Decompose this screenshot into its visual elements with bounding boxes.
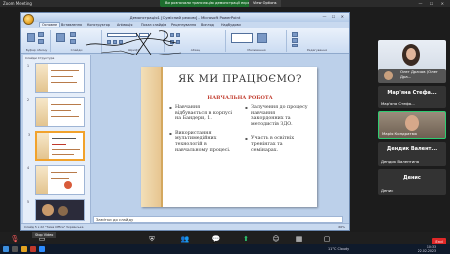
tab-addins[interactable]: Надбудови [221, 23, 241, 27]
ribbon-group-editing[interactable]: Редагування [288, 30, 346, 52]
participant-face [405, 115, 419, 131]
slide-editing-area: ЯК МИ ПРАЦЮЄМО? НАВЧАЛЬНА РОБОТА Навчанн… [93, 55, 343, 215]
powerpoint-taskbar-icon[interactable] [30, 246, 36, 252]
zoom-app-title: Zoom Meeting [3, 1, 32, 6]
slide-thumbnail[interactable]: 1 [27, 63, 85, 93]
participant-name-large: Денис [403, 175, 421, 181]
pane-tabs[interactable]: Слайди Структура [25, 56, 54, 60]
slide-subtitle[interactable]: НАВЧАЛЬНА РОБОТА [163, 95, 317, 101]
slide-decor-band [141, 67, 161, 207]
bullet-item: Участь в освітніх тренінгах та семінарах… [245, 136, 309, 153]
smile-icon: ☺ [272, 235, 280, 243]
zoom-taskbar-icon[interactable] [39, 246, 45, 252]
slide-thumbnail-pane: Слайди Структура 1 2 3 4 5 [23, 55, 91, 223]
thumbnail-number: 2 [27, 98, 30, 102]
file-explorer-icon[interactable] [21, 246, 27, 252]
tab-insert[interactable]: Вставлення [61, 23, 82, 27]
participant-name-large: Дендик Валент... [386, 146, 438, 152]
stop-video-menu[interactable]: Stop Video [32, 232, 57, 238]
powerpoint-status-bar: Слайд 5 з 22 "Тема Office" Українська 66… [21, 223, 349, 230]
office-button[interactable] [23, 14, 34, 25]
left-text-column[interactable]: Навчання відбувається в корпусі на Банде… [169, 105, 233, 162]
status-text: Слайд 5 з 22 "Тема Office" Українська [24, 225, 84, 229]
slide-title[interactable]: ЯК МИ ПРАЦЮЄМО? [163, 74, 317, 85]
bullet-item: Використання мультимедійних технологій в… [169, 131, 233, 153]
shared-screen: Демонстрація1 [Сумісний режим] - Microso… [20, 12, 350, 231]
bullet-item: Залучення до процесу навчання закордонни… [245, 105, 309, 127]
participant-tile[interactable]: Дендик Валент... Дендик Валентина [378, 142, 446, 166]
new-slide-icon[interactable] [56, 33, 65, 42]
thumbnail-image [64, 181, 72, 189]
participant-name: Марія Кондратюк [382, 131, 418, 136]
search-icon[interactable] [12, 246, 18, 252]
powerpoint-titlebar: Демонстрація1 [Сумісний режим] - Microso… [21, 13, 349, 22]
participant-tile-active-speaker[interactable]: Марія Кондратюк [378, 111, 446, 139]
thumbnail-number: 5 [27, 200, 30, 204]
ribbon-group-label: Малювання [247, 48, 266, 52]
participant-tile[interactable]: Денис Денис [378, 169, 446, 195]
notes-field[interactable]: Замітки до слайду [93, 216, 343, 223]
chat-icon: 💬 [211, 235, 221, 243]
tab-home[interactable]: Основне [39, 22, 61, 27]
participant-face [384, 71, 393, 80]
view-options-button[interactable]: View Options [249, 0, 281, 7]
microphone-muted-icon: 🎙 [10, 235, 20, 243]
participant-tile[interactable]: Мар'яна Стефа... Мар'яна Стефа... [378, 86, 446, 108]
participant-name: Олег Драчов (Олег Дра... [400, 69, 438, 79]
slide-thumbnail[interactable]: 4 [27, 165, 85, 195]
zoom-title-bar: Zoom Meeting Ви розпочали трансляцію дем… [0, 0, 450, 7]
reset-icon[interactable] [70, 39, 76, 44]
participants-icon: 👥 [180, 235, 190, 243]
thumbnail-image [58, 206, 68, 216]
thumbnail-image [42, 204, 54, 216]
participant-name: Денис [381, 188, 394, 193]
system-clock[interactable]: 10:33 22.02.2023 [418, 245, 436, 253]
participant-name: Дендик Валентина [381, 159, 420, 164]
apps-icon: ▦ [295, 235, 303, 243]
current-slide[interactable]: ЯК МИ ПРАЦЮЄМО? НАВЧАЛЬНА РОБОТА Навчанн… [141, 67, 317, 207]
ribbon-group-label: Буфер обміну [25, 48, 48, 52]
replace-icon[interactable] [292, 38, 298, 43]
ribbon-group-drawing[interactable]: Малювання [227, 30, 287, 52]
windows-taskbar: 11°C Cloudy 10:33 22.02.2023 [0, 244, 450, 254]
slide-thumbnail-selected[interactable]: 3 [28, 131, 85, 161]
find-icon[interactable] [292, 32, 298, 37]
zoom-level[interactable]: 66% [338, 224, 345, 231]
share-status-banner: Ви розпочали трансляцію демонстрації екр… [160, 0, 260, 7]
tab-view[interactable]: Вигляд [201, 23, 214, 27]
slide-thumbnail[interactable]: 5 [27, 199, 85, 221]
thumbnail-number: 4 [27, 166, 30, 170]
slide-thumbnail[interactable]: 2 [27, 97, 85, 127]
start-icon[interactable] [3, 246, 9, 252]
select-icon[interactable] [292, 44, 298, 47]
powerpoint-window-title: Демонстрація1 [Сумісний режим] - Microso… [129, 15, 241, 20]
whiteboard-icon: ▢ [323, 235, 331, 243]
ribbon-group-label: Редагування [306, 48, 328, 52]
bullet-item: Навчання відбувається в корпусі на Банде… [169, 105, 233, 122]
layout-icon[interactable] [70, 32, 76, 37]
thumbnail-number: 3 [28, 133, 31, 137]
shield-icon: ⛨ [149, 235, 155, 243]
participant-name: Мар'яна Стефа... [381, 101, 415, 106]
thumbnail-number: 1 [27, 64, 30, 68]
shapes-gallery[interactable] [231, 33, 253, 43]
participant-tile[interactable]: Олег Драчов (Олег Дра... [378, 69, 446, 83]
cut-icon[interactable] [38, 32, 44, 37]
paste-icon[interactable] [27, 33, 35, 42]
participant-face [406, 48, 416, 60]
share-screen-icon: ⬆ [243, 235, 249, 243]
clock-date: 22.02.2023 [417, 249, 436, 253]
slide-decor-line [161, 67, 163, 207]
arrange-icon[interactable] [257, 33, 267, 43]
copy-icon[interactable] [38, 39, 44, 44]
ribbon-group-clipboard[interactable]: Буфер обміну [23, 30, 51, 52]
powerpoint-window-controls[interactable]: — ☐ ✕ [323, 14, 346, 19]
weather-widget[interactable]: 11°C Cloudy [328, 247, 349, 251]
participant-name-large: Мар'яна Стефа... [387, 90, 437, 96]
window-controls[interactable]: — ☐ ✕ [419, 0, 447, 7]
right-text-column[interactable]: Залучення до процесу навчання закордонни… [245, 105, 309, 162]
